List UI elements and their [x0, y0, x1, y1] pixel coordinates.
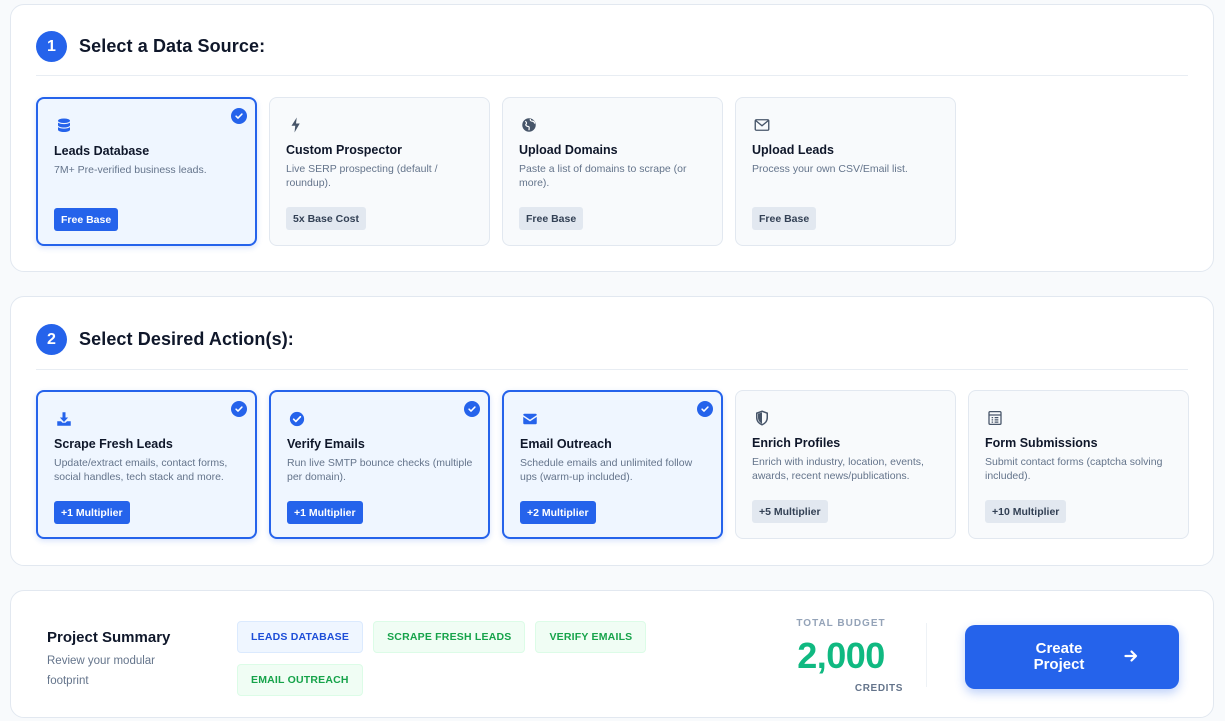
action-card-enrich-profiles[interactable]: Enrich Profiles Enrich with industry, lo…: [735, 390, 956, 539]
total-budget-label: TOTAL BUDGET: [796, 618, 886, 629]
tag-email-outreach: EMAIL OUTREACH: [237, 664, 363, 696]
bolt-icon: [286, 115, 306, 135]
project-summary-panel: Project Summary Review your modular foot…: [10, 590, 1214, 718]
cost-badge: Free Base: [519, 207, 584, 230]
selected-check-icon: [464, 401, 480, 417]
card-title: Upload Leads: [752, 143, 834, 157]
download-icon: [54, 409, 74, 429]
check-circle-icon: [287, 409, 307, 429]
multiplier-badge: +1 Multiplier: [287, 501, 363, 524]
section-header: 2 Select Desired Action(s):: [36, 324, 294, 355]
cost-badge: Free Base: [54, 208, 119, 231]
card-title: Upload Domains: [519, 143, 618, 157]
card-title: Custom Prospector: [286, 143, 402, 157]
divider: [36, 75, 1188, 76]
data-source-panel: 1 Select a Data Source: Leads Database 7…: [10, 4, 1214, 272]
arrow-right-icon: [1124, 650, 1138, 662]
globe-icon: [519, 115, 539, 135]
tag-scrape-fresh-leads: SCRAPE FRESH LEADS: [373, 621, 526, 653]
card-description: Update/extract emails, contact forms, so…: [54, 457, 228, 483]
multiplier-badge: +1 Multiplier: [54, 501, 130, 524]
tag-verify-emails: VERIFY EMAILS: [535, 621, 647, 653]
card-title: Enrich Profiles: [752, 436, 841, 450]
form-icon: [985, 408, 1005, 428]
selection-tags: LEADS DATABASE SCRAPE FRESH LEADS VERIFY…: [237, 621, 657, 696]
step-number-badge: 1: [36, 31, 67, 62]
card-title: Email Outreach: [520, 437, 612, 451]
step-number-badge: 2: [36, 324, 67, 355]
source-card-upload-domains[interactable]: Upload Domains Paste a list of domains t…: [502, 97, 723, 246]
divider: [36, 369, 1188, 370]
envelope-filled-icon: [520, 409, 540, 429]
actions-panel: 2 Select Desired Action(s): Scrape Fresh…: [10, 296, 1214, 566]
card-description: Run live SMTP bounce checks (multiple pe…: [287, 457, 473, 483]
action-card-form-submissions[interactable]: Form Submissions Submit contact forms (c…: [968, 390, 1189, 539]
selected-check-icon: [231, 401, 247, 417]
create-project-label: Create Project: [1033, 640, 1085, 673]
card-description: Schedule emails and unlimited follow ups…: [520, 457, 693, 483]
multiplier-badge: +10 Multiplier: [985, 500, 1067, 523]
selected-check-icon: [697, 401, 713, 417]
budget-unit: CREDITS: [854, 683, 903, 694]
action-card-scrape-fresh-leads[interactable]: Scrape Fresh Leads Update/extract emails…: [36, 390, 257, 539]
source-card-leads-database[interactable]: Leads Database 7M+ Pre-verified business…: [36, 97, 257, 246]
multiplier-badge: +2 Multiplier: [520, 501, 596, 524]
source-card-custom-prospector[interactable]: Custom Prospector Live SERP prospecting …: [269, 97, 490, 246]
cost-badge: Free Base: [752, 207, 817, 230]
cost-badge: 5x Base Cost: [286, 207, 366, 230]
shield-icon: [752, 408, 772, 428]
section-title: Select a Data Source:: [79, 36, 266, 56]
card-description: 7M+ Pre-verified business leads.: [54, 164, 207, 176]
card-title: Leads Database: [54, 144, 150, 158]
create-project-button[interactable]: Create Project: [965, 625, 1179, 689]
database-icon: [54, 116, 74, 136]
multiplier-badge: +5 Multiplier: [752, 500, 828, 523]
card-description: Enrich with industry, location, events, …: [752, 456, 924, 482]
card-description: Paste a list of domains to scrape (or mo…: [519, 163, 687, 189]
card-title: Form Submissions: [985, 436, 1098, 450]
card-description: Process your own CSV/Email list.: [752, 163, 908, 175]
summary-title: Project Summary: [47, 629, 171, 646]
card-title: Verify Emails: [287, 437, 365, 451]
vertical-divider: [926, 623, 927, 687]
source-card-upload-leads[interactable]: Upload Leads Process your own CSV/Email …: [735, 97, 956, 246]
section-header: 1 Select a Data Source:: [36, 31, 265, 62]
card-description: Submit contact forms (captcha solving in…: [985, 456, 1163, 482]
card-description: Live SERP prospecting (default / roundup…: [286, 163, 438, 189]
action-card-verify-emails[interactable]: Verify Emails Run live SMTP bounce check…: [269, 390, 490, 539]
tag-leads-database: LEADS DATABASE: [237, 621, 364, 653]
selected-check-icon: [231, 108, 247, 124]
summary-subtitle: Review your modular footprint: [47, 655, 156, 687]
total-budget-value: 2,000: [797, 635, 885, 676]
action-card-email-outreach[interactable]: Email Outreach Schedule emails and unlim…: [502, 390, 723, 539]
envelope-outline-icon: [752, 115, 772, 135]
section-title: Select Desired Action(s):: [79, 329, 294, 349]
card-title: Scrape Fresh Leads: [54, 437, 173, 451]
